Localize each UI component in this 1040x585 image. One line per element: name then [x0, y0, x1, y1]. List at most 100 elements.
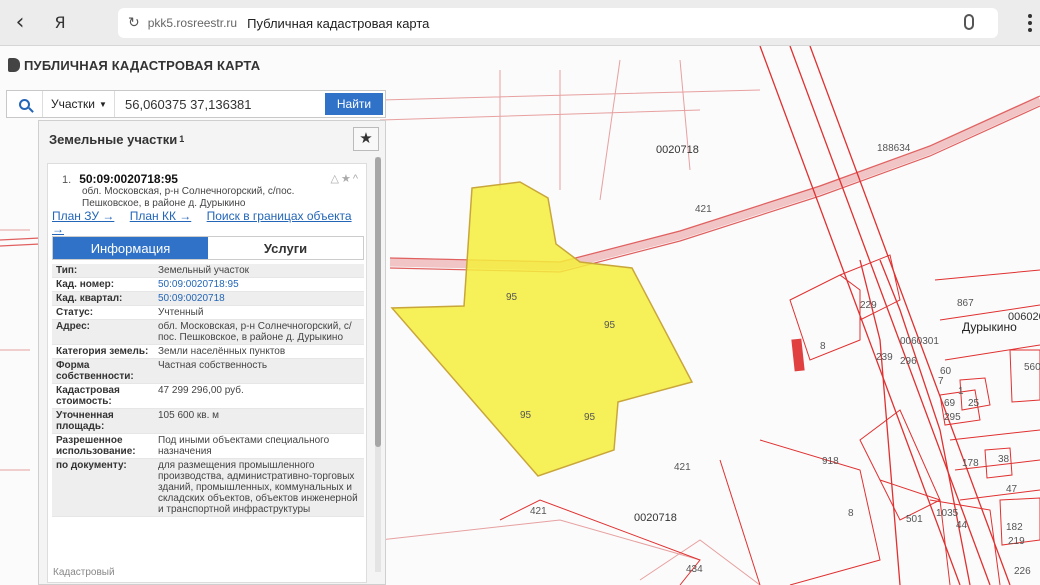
table-row: Адрес: обл. Московская, р-н Солнечногорск…: [52, 320, 364, 345]
search-input[interactable]: 56,060375 37,136381: [115, 91, 323, 117]
table-row: по документу: для размещения промышленног…: [52, 459, 364, 517]
map-label: 95: [584, 412, 596, 423]
app-title-text: ПУБЛИЧНАЯ КАДАСТРОВАЯ КАРТА: [24, 58, 261, 73]
table-row: Разрешенное использование: Под иными объе…: [52, 434, 364, 459]
map-label: 47: [1006, 484, 1018, 495]
map-label: 95: [506, 292, 518, 303]
plan-zu-link[interactable]: План ЗУ →: [52, 209, 114, 223]
map-label: 182: [1006, 522, 1023, 533]
table-row: Кад. номер: 50:09:0020718:95: [52, 278, 364, 292]
parcel-address: обл. Московская, р-н Солнечногорский, с/…: [82, 186, 295, 209]
map-label: 95: [604, 320, 616, 331]
info-tabs: Информация Услуги: [52, 236, 364, 260]
map-label: 229: [860, 300, 877, 311]
map-label: 25: [968, 398, 980, 409]
table-row: Тип: Земельный участок: [52, 264, 364, 278]
scrollbar[interactable]: [375, 157, 381, 572]
cadastral-quarter-link[interactable]: 50:09:0020718: [154, 292, 364, 305]
caret-down-icon: ▼: [99, 99, 107, 109]
row-value: для размещения промышленного производств…: [158, 460, 358, 515]
row-key: Кадастровая стоимость:: [56, 385, 120, 407]
row-key: по документу:: [56, 460, 127, 471]
tab-services[interactable]: Услуги: [208, 237, 363, 259]
card-actions-icons[interactable]: △★^: [331, 172, 360, 185]
map-label: 560: [1024, 362, 1040, 373]
panel-footer-text: Кадастровый: [53, 567, 115, 578]
map-label: 0060301: [900, 336, 939, 347]
table-row: Кадастровая стоимость: 47 299 296,00 руб.: [52, 384, 364, 409]
map-label: 44: [956, 520, 968, 531]
map-label: 188634: [877, 143, 911, 154]
yandex-logo[interactable]: Я: [40, 13, 80, 32]
map-label: 295: [944, 412, 961, 423]
table-row: Статус: Учтенный: [52, 306, 364, 320]
search-icon[interactable]: [7, 91, 43, 117]
map-label: 867: [957, 298, 974, 309]
parcel-number: 50:09:0020718:95: [79, 172, 178, 186]
map-label: 421: [674, 462, 691, 473]
table-row: Форма собственности: Частная собственност…: [52, 359, 364, 384]
parcel-links: План ЗУ → План КК → Поиск в границах объ…: [52, 210, 362, 236]
row-key: Адрес:: [56, 321, 90, 332]
browser-toolbar: ‹ Я ↻ pkk5.rosreestr.ru Публичная кадаст…: [0, 0, 1040, 46]
row-value: 105 600 кв. м: [158, 410, 220, 421]
table-row: Категория земель: Земли населённых пункто…: [52, 345, 364, 359]
row-value: обл. Московская, р-н Солнечногорский, с/…: [158, 321, 352, 343]
map-label: 434: [686, 564, 703, 575]
map-label: 178: [962, 458, 979, 469]
map-label: 95: [520, 410, 532, 421]
map-label: 8: [820, 341, 826, 352]
menu-dots-icon[interactable]: [1028, 14, 1032, 32]
results-panel: Земельные участки 1 ★ 1. 50:09:0020718:95 …: [38, 120, 386, 585]
row-value: Учтенный: [158, 307, 204, 318]
row-key: Кад. номер:: [56, 279, 115, 290]
map-label: 226: [1014, 566, 1031, 577]
item-index: 1.: [62, 174, 72, 186]
refresh-icon[interactable]: ↻: [128, 15, 140, 31]
map-label: 239: [876, 352, 893, 363]
map-label: 8: [848, 508, 854, 519]
row-key: Форма собственности:: [56, 360, 134, 382]
map-label: 1: [958, 386, 964, 397]
map-label: 918: [822, 456, 839, 467]
table-row: Уточненная площадь: 105 600 кв. м: [52, 409, 364, 434]
map-label: 69: [944, 398, 956, 409]
map-label: 0020718: [656, 144, 699, 156]
search-bar: Участки ▼ 56,060375 37,136381 Найти: [6, 90, 386, 118]
panel-title-text: Земельные участки: [49, 131, 178, 147]
parcel-header[interactable]: 1. 50:09:0020718:95: [62, 172, 178, 186]
row-key: Кад. квартал:: [56, 293, 123, 304]
find-button[interactable]: Найти: [325, 93, 383, 115]
back-icon[interactable]: ‹: [0, 10, 40, 35]
tab-info[interactable]: Информация: [53, 237, 208, 259]
map-label: 421: [695, 204, 712, 215]
info-table: Тип: Земельный участок Кад. номер: 50:09:0…: [52, 264, 364, 517]
favorites-button[interactable]: ★: [353, 127, 379, 151]
row-value: Земли населённых пунктов: [158, 346, 286, 357]
table-row: Кад. квартал: 50:09:0020718: [52, 292, 364, 306]
search-scope-label: Участки: [51, 97, 95, 111]
map-label: 296: [900, 356, 917, 367]
cadastral-number-link[interactable]: 50:09:0020718:95: [154, 278, 364, 291]
row-key: Разрешенное использование:: [56, 435, 136, 457]
map-label: 219: [1008, 536, 1025, 547]
map-label: 0020718: [634, 512, 677, 524]
results-count: 1: [179, 134, 185, 144]
map-label: 1035: [936, 508, 959, 519]
row-value: 47 299 296,00 руб.: [158, 385, 244, 396]
plan-kk-link[interactable]: План КК →: [130, 209, 192, 223]
row-value: Земельный участок: [158, 265, 250, 276]
address-bar[interactable]: ↻ pkk5.rosreestr.ru Публичная кадастрова…: [118, 8, 998, 38]
microphone-icon[interactable]: [964, 14, 974, 30]
page-title: Публичная кадастровая карта: [247, 15, 430, 31]
app-title: ПУБЛИЧНАЯ КАДАСТРОВАЯ КАРТА: [8, 58, 260, 73]
row-key: Категория земель:: [56, 346, 149, 357]
map-label: 501: [906, 514, 923, 525]
panel-title: Земельные участки 1: [39, 121, 385, 157]
row-key: Уточненная площадь:: [56, 410, 114, 432]
row-value: Частная собственность: [158, 360, 268, 371]
row-key: Статус:: [56, 307, 94, 318]
search-scope-select[interactable]: Участки ▼: [43, 91, 115, 117]
map-label: Дурыкино: [962, 320, 1017, 334]
map-label: 38: [998, 454, 1010, 465]
